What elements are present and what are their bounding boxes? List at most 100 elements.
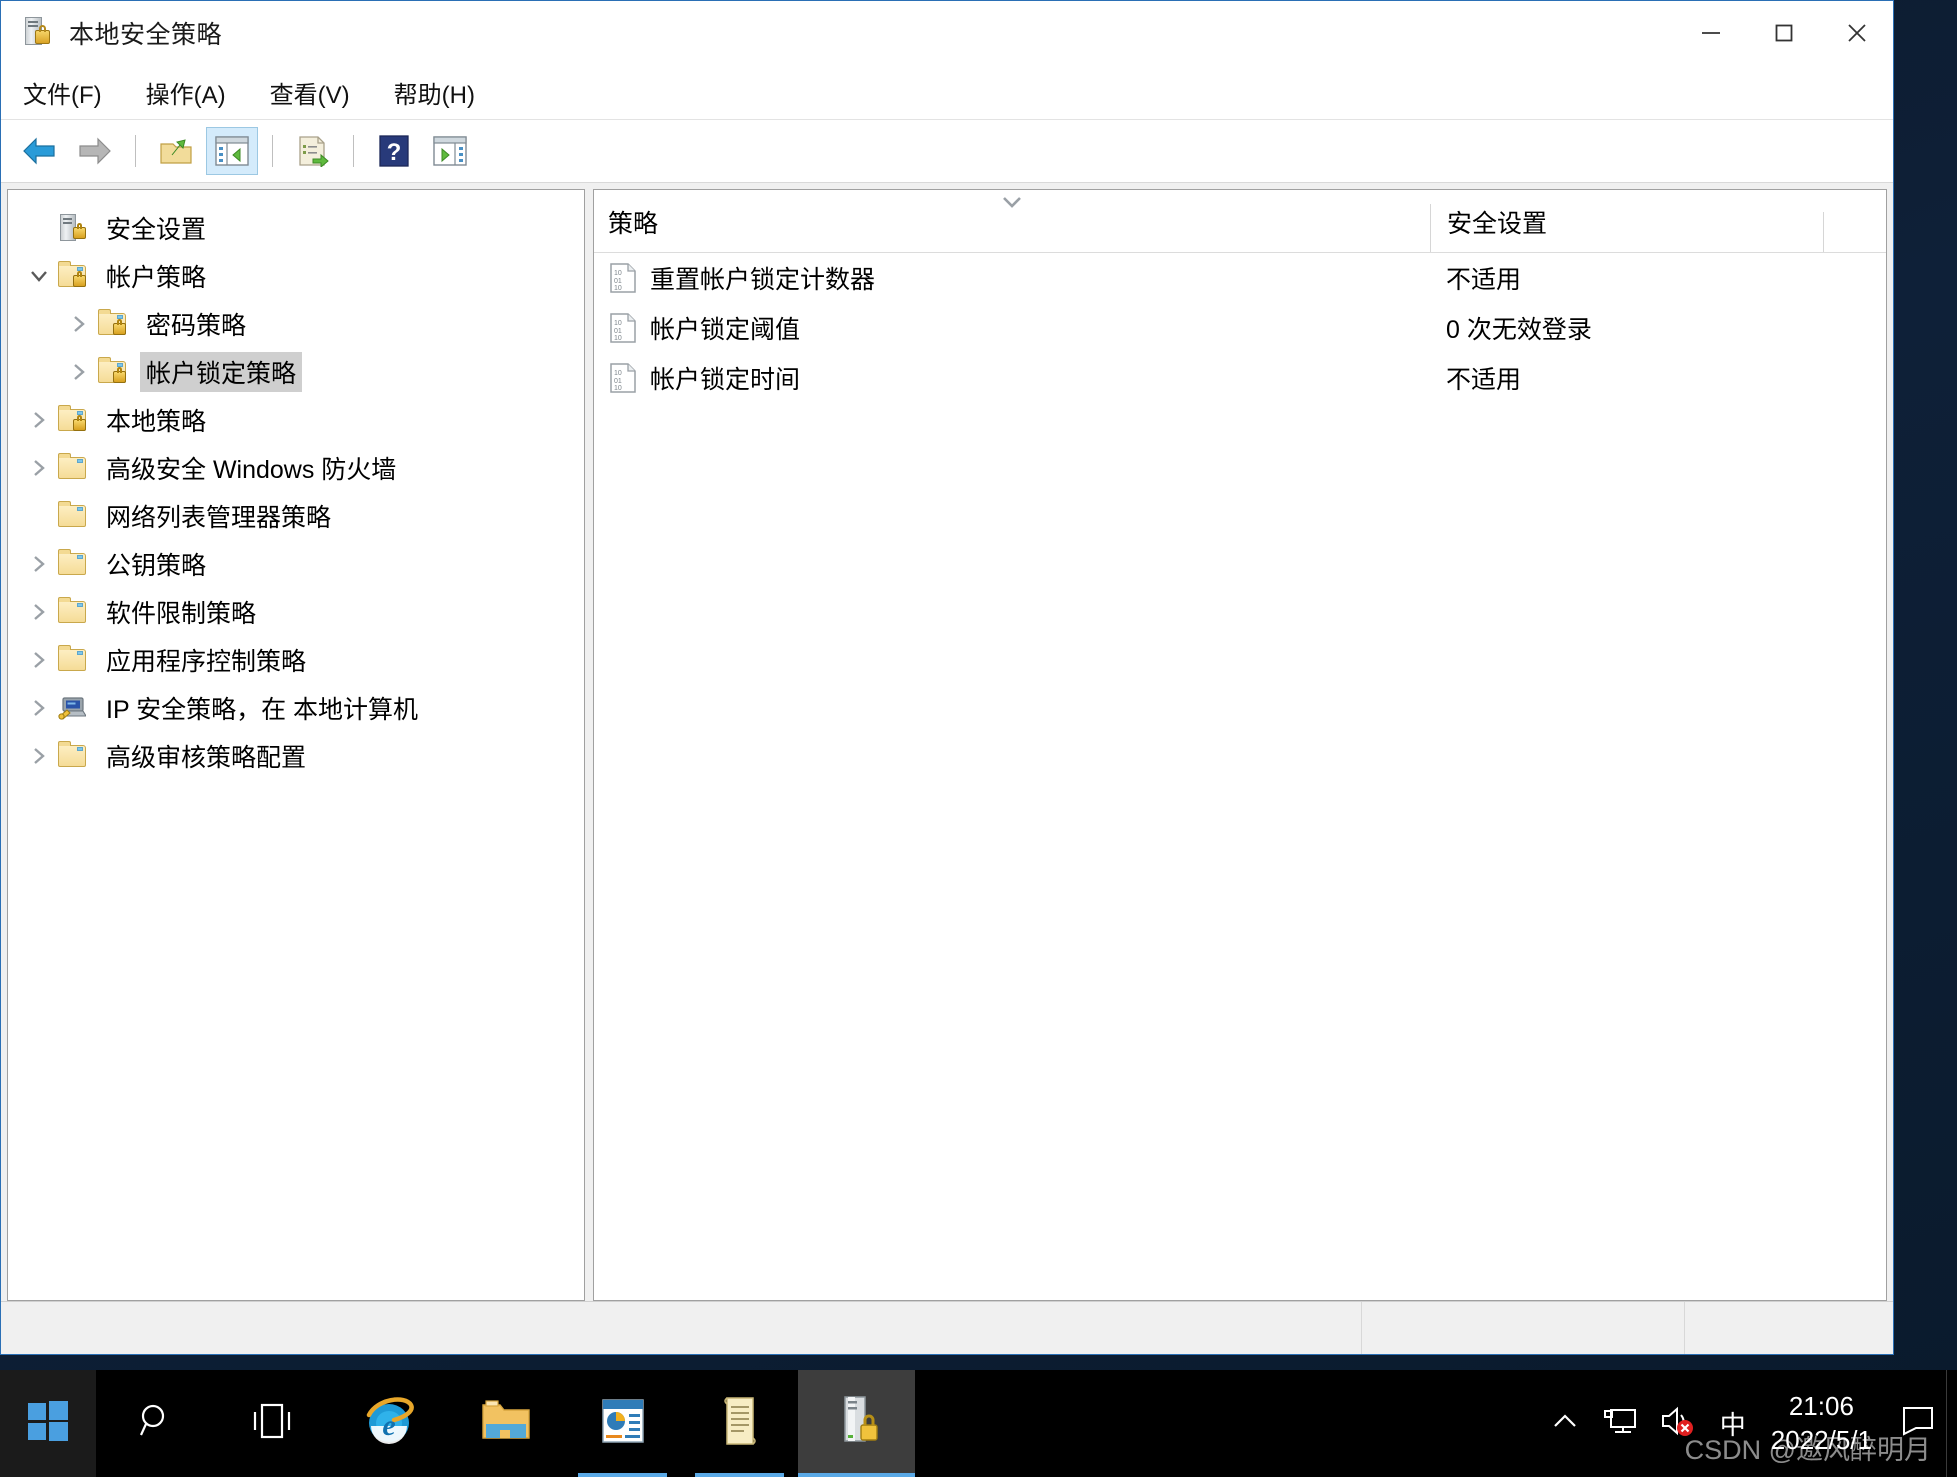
search-icon [134,1400,176,1447]
tray-show-hidden-icons[interactable] [1537,1370,1593,1477]
security-setting-cell: 不适用 [1446,266,1522,294]
menu-file[interactable]: 文件(F) [23,71,124,114]
ime-label: 中 [1719,1410,1746,1440]
svg-text:10: 10 [614,270,622,277]
policy-doc-icon: 10 01 10 [608,362,638,394]
tray-ime[interactable]: 中 [1705,1370,1761,1477]
show-action-pane-button[interactable] [424,127,476,175]
tree-item[interactable]: 安全设置 [8,204,584,252]
policy-name-cell: 10 01 10 重置帐户锁定计数器 [594,260,1430,296]
menu-help[interactable]: 帮助(H) [394,71,497,114]
tree-item-label: 高级审核策略配置 [106,744,307,772]
tree-item[interactable]: 公钥策略 [8,540,584,588]
server-lock-icon [23,17,53,49]
status-pane-2 [1685,1302,1893,1354]
start-button[interactable] [0,1370,96,1477]
tree-item-label: 帐户策略 [106,264,207,292]
back-button[interactable] [13,127,65,175]
taskbar-powerpoint[interactable] [564,1370,681,1477]
folder-icon [56,549,90,579]
chevron-right-icon[interactable] [22,739,56,773]
chevron-right-icon[interactable] [62,307,96,341]
column-header-policy[interactable]: 策略 [594,204,1430,252]
taskbar: e 中 21:06 2022/5/1 CSDN @邀风醉明月 [0,1370,1957,1477]
tree-item[interactable]: 网络列表管理器策略 [8,492,584,540]
menu-view[interactable]: 查看(V) [270,71,372,114]
maximize-button[interactable] [1747,1,1820,65]
taskbar-notepad[interactable] [681,1370,798,1477]
taskbar-search[interactable] [96,1370,213,1477]
server-lock-icon [835,1394,879,1453]
taskbar-internet-explorer[interactable]: e [330,1370,447,1477]
policy-row[interactable]: 10 01 10 重置帐户锁定计数器 不适用 [594,253,1886,303]
forward-button[interactable] [69,127,121,175]
minimize-button[interactable] [1674,1,1747,65]
windows-logo-icon [26,1399,70,1448]
tree-item[interactable]: 帐户锁定策略 [8,348,584,396]
pane-splitter[interactable] [585,189,593,1301]
close-button[interactable] [1820,1,1893,65]
export-list-button[interactable] [287,127,339,175]
console-content: 安全设置帐户策略密码策略 帐户锁定策略 本地策略高级安全 Windows 防火墙 网络… [1,183,1893,1301]
toolbar: ? [1,120,1893,183]
policy-row[interactable]: 10 01 10 帐户锁定阈值 0 次无效登录 [594,303,1886,353]
tree-item[interactable]: 软件限制策略 [8,588,584,636]
help-button[interactable]: ? [368,127,420,175]
up-one-level-button[interactable] [150,127,202,175]
tree-item[interactable]: 高级审核策略配置 [8,732,584,780]
policy-list-body: 10 01 10 重置帐户锁定计数器 不适用 10 01 10 帐户锁定阈值 0 次无效登录 10 0… [594,253,1886,1300]
clock-date: 2022/5/1 [1770,1424,1872,1455]
tree-item-label: IP 安全策略，在 本地计算机 [106,696,419,724]
folder-icon [56,645,90,675]
chevron-right-icon[interactable] [62,355,96,389]
tree-item[interactable]: 帐户策略 [8,252,584,300]
list-column-header: 策略 安全设置 [594,190,1886,253]
show-desktop-button[interactable] [1946,1370,1957,1477]
column-header-security-setting[interactable]: 安全设置 [1430,204,1886,252]
chevron-right-icon[interactable] [22,547,56,581]
svg-text:01: 01 [614,328,622,335]
tree-item[interactable]: 高级安全 Windows 防火墙 [8,444,584,492]
chevron-down-icon [998,194,1026,210]
tree-item[interactable]: 本地策略 [8,396,584,444]
chevron-right-icon[interactable] [22,643,56,677]
svg-text:?: ? [387,139,402,166]
chevron-right-icon[interactable] [22,451,56,485]
internet-explorer-icon: e [361,1395,417,1452]
folder-lock-icon [56,405,90,435]
folder-icon [56,741,90,771]
chevron-down-icon[interactable] [22,259,56,293]
tree-item[interactable]: 密码策略 [8,300,584,348]
menu-action[interactable]: 操作(A) [146,71,248,114]
folder-lock-icon [96,357,130,387]
taskbar-task-view[interactable] [213,1370,330,1477]
tray-volume-muted[interactable] [1649,1370,1705,1477]
chevron-right-icon[interactable] [22,691,56,725]
taskbar-file-explorer[interactable] [447,1370,564,1477]
console-tree-pane: 安全设置帐户策略密码策略 帐户锁定策略 本地策略高级安全 Windows 防火墙 网络… [7,189,585,1301]
tray-network[interactable] [1593,1370,1649,1477]
file-explorer-icon [480,1398,532,1449]
tree-item-label: 网络列表管理器策略 [106,504,332,532]
policy-name-label: 重置帐户锁定计数器 [650,266,876,294]
clock[interactable]: 21:06 2022/5/1 [1761,1390,1890,1457]
taskbar-local-security-policy[interactable] [798,1370,915,1477]
svg-text:e: e [382,1409,395,1442]
tree-item[interactable]: IP 安全策略，在 本地计算机 [8,684,584,732]
folder-lock-icon [56,261,90,291]
tree-item-label: 高级安全 Windows 防火墙 [106,456,397,484]
show-hide-tree-button[interactable] [206,127,258,175]
svg-text:01: 01 [614,378,622,385]
tree-item[interactable]: 应用程序控制策略 [8,636,584,684]
task-view-icon [249,1401,295,1446]
security-setting-cell: 0 次无效登录 [1446,316,1592,344]
status-bar [1,1301,1893,1354]
policy-row[interactable]: 10 01 10 帐户锁定时间 不适用 [594,353,1886,403]
chevron-right-icon[interactable] [22,595,56,629]
tray-action-center[interactable] [1890,1370,1946,1477]
tree-item-label: 安全设置 [106,216,207,244]
policy-doc-icon: 10 01 10 [608,312,638,344]
toolbar-separator [353,135,354,167]
chevron-right-icon[interactable] [22,403,56,437]
svg-text:10: 10 [614,320,622,327]
